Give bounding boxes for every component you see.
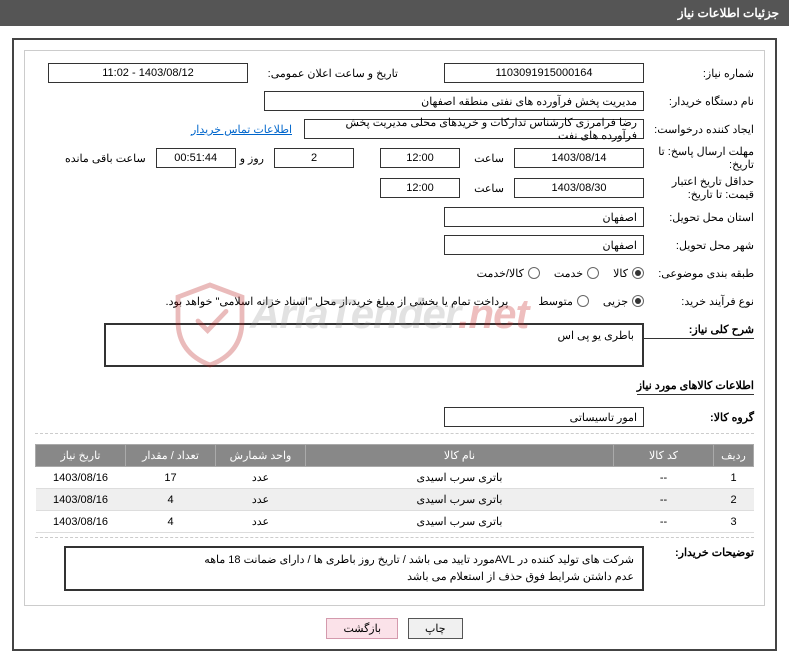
items-table-wrap: ردیف کد کالا نام کالا واحد شمارش تعداد /…: [35, 433, 754, 538]
print-button[interactable]: چاپ: [408, 618, 463, 639]
button-bar: چاپ بازگشت: [24, 618, 765, 639]
col-qty: تعداد / مقدار: [126, 445, 216, 467]
row-group: گروه کالا: امور تاسیساتی: [35, 405, 754, 429]
radio-jozi[interactable]: جزیی: [603, 295, 644, 308]
category-radio-group: کالا خدمت کالا/خدمت: [477, 267, 644, 280]
day-word: روز و: [240, 152, 264, 165]
need-number-label: شماره نیاز:: [644, 67, 754, 80]
radio-motevaset[interactable]: متوسط: [538, 295, 589, 308]
page-title-bar: جزئیات اطلاعات نیاز: [0, 0, 789, 26]
row-requester: ایجاد کننده درخواست: رضا فرامرزی کارشناس…: [35, 117, 754, 141]
col-date: تاریخ نیاز: [36, 445, 126, 467]
page-title: جزئیات اطلاعات نیاز: [678, 6, 779, 20]
remaining-label: ساعت باقی مانده: [65, 152, 146, 165]
buyer-notes-textarea[interactable]: شرکت های تولید کننده در AVLمورد تایید می…: [64, 546, 644, 591]
row-validity: حداقل تاریخ اعتبار قیمت: تا تاریخ: 1403/…: [35, 175, 754, 201]
need-number-field: 1103091915000164: [444, 63, 644, 83]
process-label: نوع فرآیند خرید:: [644, 295, 754, 308]
requester-field: رضا فرامرزی کارشناس تدارکات و خریدهای مح…: [304, 119, 644, 139]
buyer-label: نام دستگاه خریدار:: [644, 95, 754, 108]
city-label: شهر محل تحویل:: [644, 239, 754, 252]
city-field: اصفهان: [444, 235, 644, 255]
row-buyer: نام دستگاه خریدار: مدیریت پخش فرآورده ها…: [35, 89, 754, 113]
group-field: امور تاسیساتی: [444, 407, 644, 427]
inner-panel: شماره نیاز: 1103091915000164 تاریخ و ساع…: [24, 50, 765, 606]
deadline-label: مهلت ارسال پاسخ: تا تاریخ:: [644, 145, 754, 171]
category-label: طبقه بندی موضوعی:: [644, 267, 754, 280]
province-label: استان محل تحویل:: [644, 211, 754, 224]
radio-dot-icon: [632, 267, 644, 279]
process-radio-group: جزیی متوسط: [538, 295, 644, 308]
radio-dot-icon: [528, 267, 540, 279]
remaining-time-field: 00:51:44: [156, 148, 236, 168]
hour-label-2: ساعت: [464, 182, 504, 195]
announce-field: 1403/08/12 - 11:02: [48, 63, 248, 83]
row-deadline: مهلت ارسال پاسخ: تا تاریخ: 1403/08/14 سا…: [35, 145, 754, 171]
back-button[interactable]: بازگشت: [326, 618, 398, 639]
deadline-hour-field: 12:00: [380, 148, 460, 168]
validity-label: حداقل تاریخ اعتبار قیمت: تا تاریخ:: [644, 175, 754, 201]
row-description: شرح کلی نیاز: باطری یو پی اس: [35, 323, 754, 367]
row-province: استان محل تحویل: اصفهان: [35, 205, 754, 229]
table-row: 3 -- باتری سرب اسیدی عدد 4 1403/08/16: [36, 511, 754, 533]
row-buyer-notes: توضیحات خریدار: شرکت های تولید کننده در …: [35, 546, 754, 591]
row-process: نوع فرآیند خرید: جزیی متوسط پرداخت تمام …: [35, 289, 754, 313]
table-row: 1 -- باتری سرب اسیدی عدد 17 1403/08/16: [36, 467, 754, 489]
table-row: 2 -- باتری سرب اسیدی عدد 4 1403/08/16: [36, 489, 754, 511]
col-row: ردیف: [714, 445, 754, 467]
col-name: نام کالا: [306, 445, 614, 467]
radio-khadamat[interactable]: خدمت: [554, 267, 599, 280]
requester-label: ایجاد کننده درخواست:: [644, 123, 754, 136]
remaining-days-field: 2: [274, 148, 354, 168]
deadline-date-field: 1403/08/14: [514, 148, 644, 168]
buyer-field: مدیریت پخش فرآورده های نفتی منطقه اصفهان: [264, 91, 644, 111]
col-code: کد کالا: [614, 445, 714, 467]
items-section-header: اطلاعات کالاهای مورد نیاز: [35, 375, 754, 399]
table-header-row: ردیف کد کالا نام کالا واحد شمارش تعداد /…: [36, 445, 754, 467]
validity-hour-field: 12:00: [380, 178, 460, 198]
hour-label-1: ساعت: [464, 152, 504, 165]
province-field: اصفهان: [444, 207, 644, 227]
description-label: شرح کلی نیاز:: [644, 323, 754, 339]
description-textarea[interactable]: باطری یو پی اس: [104, 323, 644, 367]
row-category: طبقه بندی موضوعی: کالا خدمت کالا/خدمت: [35, 261, 754, 285]
group-label: گروه کالا:: [644, 411, 754, 424]
radio-dot-icon: [632, 295, 644, 307]
row-need-number: شماره نیاز: 1103091915000164 تاریخ و ساع…: [35, 61, 754, 85]
validity-date-field: 1403/08/30: [514, 178, 644, 198]
items-table: ردیف کد کالا نام کالا واحد شمارش تعداد /…: [35, 444, 754, 533]
outer-panel: شماره نیاز: 1103091915000164 تاریخ و ساع…: [12, 38, 777, 651]
radio-dot-icon: [587, 267, 599, 279]
radio-kala-khadamat[interactable]: کالا/خدمت: [477, 267, 540, 280]
radio-dot-icon: [577, 295, 589, 307]
radio-kala[interactable]: کالا: [613, 267, 644, 280]
col-unit: واحد شمارش: [216, 445, 306, 467]
buyer-notes-label: توضیحات خریدار:: [644, 546, 754, 559]
contact-buyer-link[interactable]: اطلاعات تماس خریدار: [191, 123, 292, 136]
row-city: شهر محل تحویل: اصفهان: [35, 233, 754, 257]
treasury-note: پرداخت تمام یا بخشی از مبلغ خرید،از محل …: [166, 295, 509, 308]
announce-label: تاریخ و ساعت اعلان عمومی:: [248, 67, 398, 80]
